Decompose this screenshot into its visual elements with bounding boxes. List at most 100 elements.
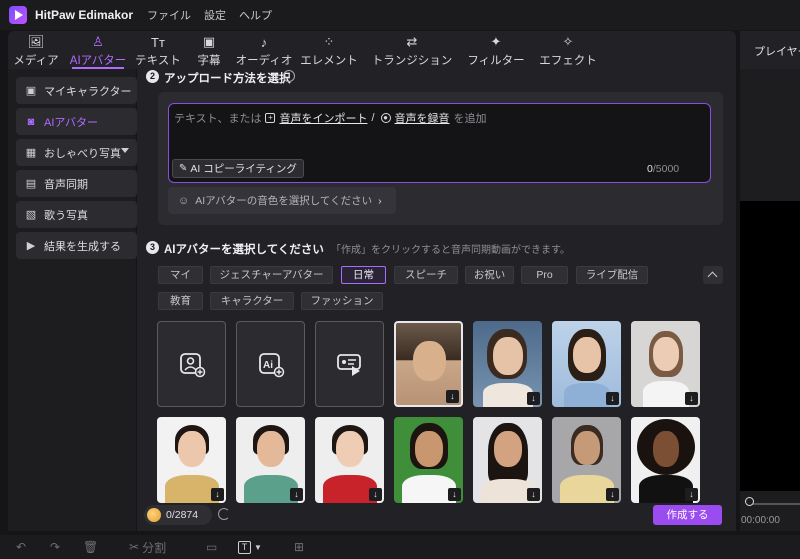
avatar-face	[493, 337, 523, 375]
download-icon[interactable]: ↓	[606, 392, 619, 405]
refresh-icon[interactable]	[218, 508, 230, 520]
record-audio-link[interactable]: 音声を録音	[395, 110, 450, 126]
download-icon[interactable]: ↓	[446, 390, 459, 403]
chevron-down-icon	[121, 148, 129, 153]
info-icon[interactable]: i	[283, 70, 295, 82]
filter-chip-celebration[interactable]: お祝い	[465, 266, 514, 284]
tab-transition[interactable]: ⇄ トランジション	[364, 31, 460, 69]
step-number-3: 3	[146, 241, 159, 254]
tab-ai-avatar[interactable]: ♙ AIアバター	[64, 31, 132, 69]
avatar-tile[interactable]: ↓	[552, 321, 621, 407]
undo-icon[interactable]: ↶	[16, 540, 26, 554]
ai-avatar-icon: ♙	[92, 34, 104, 49]
player-progress-track[interactable]	[750, 503, 800, 505]
magic-wand-icon: ✎	[179, 163, 188, 174]
filter-chip-speech[interactable]: スピーチ	[394, 266, 458, 284]
sidebar: ▣ マイキャラクター ◙ AIアバター ▦ おしゃべり写真 ▤ 音声同期 ▧ 歌う写真 ▶…	[8, 69, 137, 531]
download-icon[interactable]: ↓	[606, 488, 619, 501]
tab-filter[interactable]: ✦ フィルター	[460, 31, 532, 69]
main-content: 2 アップロード方法を選択 i テキスト、または + 音声をインポート / ● …	[137, 69, 736, 531]
avatar-tile[interactable]: ↓	[394, 417, 463, 503]
text-area-placeholder: テキスト、または + 音声をインポート / ● 音声を録音 を追加	[174, 110, 487, 126]
filter-chip-daily[interactable]: 日常	[341, 266, 386, 284]
download-icon[interactable]: ↓	[290, 488, 303, 501]
download-icon[interactable]: ↓	[369, 488, 382, 501]
player-time: 00:00:00	[741, 515, 780, 526]
download-icon[interactable]: ↓	[527, 392, 540, 405]
tab-text[interactable]: Tт テキスト	[132, 31, 184, 69]
avatar-face	[257, 431, 285, 467]
add-ai-avatar-tile[interactable]: Ai	[236, 321, 305, 407]
menu-help[interactable]: ヘルプ	[239, 7, 272, 23]
sidebar-item-ai-avatar[interactable]: ◙ AIアバター	[16, 108, 137, 135]
avatar-tile[interactable]: ↓	[236, 417, 305, 503]
subtitle-icon: ▣	[202, 34, 216, 49]
filter-chip-fashion[interactable]: ファッション	[301, 292, 383, 310]
player-progress-handle[interactable]	[745, 497, 754, 506]
avatar-face	[415, 431, 443, 467]
filter-chip-education[interactable]: 教育	[158, 292, 203, 310]
download-icon[interactable]: ↓	[685, 392, 698, 405]
download-icon[interactable]: ↓	[527, 488, 540, 501]
avatar-tile[interactable]: ↓	[157, 417, 226, 503]
filter-chip-gesture[interactable]: ジェスチャーアバター	[210, 266, 333, 284]
avatar-face	[413, 341, 446, 381]
select-voice-button[interactable]: ☺ AIアバターの音色を選択してください ›	[168, 187, 396, 214]
sidebar-item-talking-photo[interactable]: ▦ おしゃべり写真	[16, 139, 137, 166]
marker-icon[interactable]: ▭	[206, 540, 217, 554]
sidebar-item-audio-sync[interactable]: ▤ 音声同期	[16, 170, 137, 197]
avatar-face	[574, 431, 600, 465]
text-tool-icon: T	[238, 540, 251, 554]
create-button[interactable]: 作成する	[653, 505, 722, 525]
download-icon[interactable]: ↓	[211, 488, 224, 501]
app-logo-icon	[9, 6, 27, 24]
avatar-tile[interactable]: ↓	[631, 417, 700, 503]
scissors-icon: ✂	[129, 540, 140, 554]
split-button[interactable]: ✂ 分割	[129, 540, 166, 555]
avatar-tile[interactable]: ↓	[631, 321, 700, 407]
avatar-icon: ◙	[27, 115, 35, 128]
tab-effect[interactable]: ✧ エフェクト	[532, 31, 604, 69]
download-icon[interactable]: ↓	[685, 488, 698, 501]
filter-chip-character[interactable]: キャラクター	[210, 292, 294, 310]
redo-icon[interactable]: ↷	[50, 540, 60, 554]
text-tool-button[interactable]: T ▼	[238, 540, 262, 554]
generate-video-avatar-tile[interactable]	[315, 321, 384, 407]
collapse-filters-button[interactable]	[703, 266, 723, 284]
avatar-tile[interactable]: ↓	[552, 417, 621, 503]
transition-icon: ⇄	[406, 34, 418, 49]
coin-icon	[147, 508, 161, 522]
avatar-tile[interactable]: ↓	[315, 417, 384, 503]
add-person-icon	[179, 353, 205, 378]
app-title: HitPaw Edimakor	[35, 8, 134, 22]
delete-icon[interactable]: 🗑︎	[83, 540, 98, 554]
add-track-icon[interactable]: ⊞	[294, 540, 304, 554]
sidebar-item-my-character[interactable]: ▣ マイキャラクター	[16, 77, 137, 104]
import-audio-link[interactable]: 音声をインポート	[279, 110, 367, 126]
ai-copywriting-button[interactable]: ✎ AI コピーライティング	[172, 159, 304, 178]
download-icon[interactable]: ↓	[448, 488, 461, 501]
record-audio-icon: ●	[380, 113, 391, 123]
avatar-tile[interactable]: ↓	[473, 417, 542, 503]
tab-media[interactable]: 🖼︎ メディア	[8, 31, 64, 69]
sync-icon: ▤	[25, 178, 37, 190]
filter-chip-live[interactable]: ライブ配信	[576, 266, 648, 284]
avatar-tile[interactable]: ↓	[394, 321, 463, 407]
step-number-2: 2	[146, 70, 159, 83]
sidebar-item-singing-photo[interactable]: ▧ 歌う写真	[16, 201, 137, 228]
avatar-face	[573, 337, 601, 373]
filter-chip-pro[interactable]: Pro	[521, 266, 568, 284]
voice-person-icon: ☺	[178, 194, 190, 207]
filter-chip-mine[interactable]: マイ	[158, 266, 203, 284]
step3-hint: 「作成」をクリックすると音声同期動画ができます。	[331, 245, 570, 256]
tab-subtitle[interactable]: ▣ 字幕	[184, 31, 234, 69]
add-custom-avatar-tile[interactable]	[157, 321, 226, 407]
avatar-tile[interactable]: ↓	[473, 321, 542, 407]
tab-audio[interactable]: ♪ オーディオ	[234, 31, 294, 69]
ai-add-icon: Ai	[258, 353, 284, 378]
sidebar-item-generate-result[interactable]: ▶ 結果を生成する	[16, 232, 137, 259]
menu-settings[interactable]: 設定	[204, 7, 226, 23]
chevron-right-icon: ›	[378, 194, 382, 207]
tab-element[interactable]: ⁘ エレメント	[294, 31, 364, 69]
menu-file[interactable]: ファイル	[147, 7, 191, 23]
